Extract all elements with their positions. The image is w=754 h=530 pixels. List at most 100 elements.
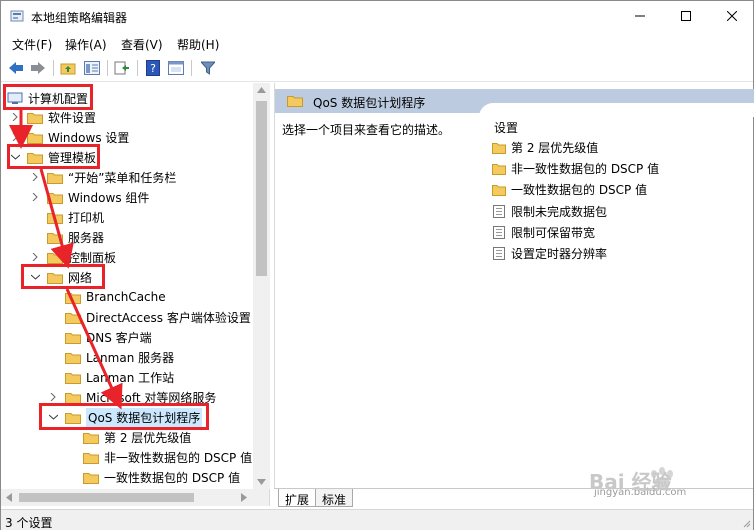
tree-label: DirectAccess 客户端体验设置: [86, 310, 251, 325]
folder-icon: [83, 452, 99, 464]
help-button[interactable]: ?: [144, 59, 162, 77]
back-button[interactable]: [7, 59, 25, 77]
settings-column-header[interactable]: 设置: [494, 119, 518, 136]
folder-icon: [47, 192, 63, 204]
annotation-box-qos: [39, 403, 209, 430]
tree-label: 一致性数据包的 DSCP 值: [104, 470, 241, 485]
tree-node-lanman-server[interactable]: Lanman 服务器: [65, 347, 174, 367]
tree-node-software-settings[interactable]: 软件设置: [9, 107, 96, 127]
tree-label: 控制面板: [68, 250, 117, 265]
gpedit-app-icon: [10, 10, 24, 22]
tab-extended[interactable]: 扩展: [278, 489, 317, 507]
folder-icon: [47, 172, 63, 184]
scroll-thumb[interactable]: [19, 493, 194, 502]
gpedit-window: 本地组策略编辑器 文件(F) 操作(A) 查看(V) 帮助(H) ? 计算机配置…: [0, 0, 754, 530]
status-text: 3 个设置: [5, 516, 53, 530]
tree-node-server[interactable]: 服务器: [47, 227, 104, 247]
tree-label: BranchCache: [86, 290, 166, 304]
forward-button[interactable]: [29, 59, 47, 77]
tab-standard[interactable]: 标准: [315, 489, 354, 507]
menu-bar: 文件(F) 操作(A) 查看(V) 帮助(H): [1, 31, 753, 53]
policy-setting-icon: [493, 246, 505, 260]
tree-node-windows-components[interactable]: Windows 组件: [29, 187, 149, 207]
tree-label: DNS 客户端: [86, 330, 152, 345]
setting-row[interactable]: 非一致性数据包的 DSCP 值: [492, 158, 659, 178]
tree-node-qos-layer2[interactable]: 第 2 层优先级值: [83, 427, 191, 447]
toolbar-separator: [191, 60, 192, 76]
chevron-right-icon[interactable]: [9, 131, 21, 143]
folder-icon: [65, 392, 81, 404]
folder-icon: [492, 142, 506, 154]
menu-file[interactable]: 文件(F): [12, 36, 52, 53]
chevron-right-icon[interactable]: [47, 391, 59, 403]
folder-icon: [27, 132, 43, 144]
annotation-box-admin-templates: [7, 144, 100, 169]
folder-icon: [65, 312, 81, 324]
chevron-right-icon[interactable]: [29, 191, 41, 203]
filter-button[interactable]: [199, 59, 217, 77]
setting-row[interactable]: 一致性数据包的 DSCP 值: [492, 179, 647, 199]
close-icon: [727, 11, 737, 21]
folder-icon: [47, 212, 63, 224]
menu-action[interactable]: 操作(A): [65, 36, 107, 53]
tree-horizontal-scrollbar[interactable]: [1, 489, 270, 506]
policy-setting-icon: [493, 225, 505, 239]
folder-icon: [492, 184, 506, 196]
maximize-button[interactable]: [663, 1, 709, 31]
setting-row[interactable]: 限制未完成数据包: [492, 201, 607, 221]
scroll-down-icon[interactable]: [257, 479, 266, 485]
setting-label: 设置定时器分辨率: [511, 246, 608, 261]
resize-grip-icon[interactable]: [741, 518, 751, 528]
window-title: 本地组策略编辑器: [31, 11, 128, 25]
folder-icon: [65, 372, 81, 384]
tree-node-directaccess[interactable]: DirectAccess 客户端体验设置: [65, 307, 251, 327]
menu-help[interactable]: 帮助(H): [177, 36, 219, 53]
up-folder-icon: [60, 63, 76, 75]
watermark-brand: Bai 经验: [589, 470, 672, 494]
tree-node-printers[interactable]: 打印机: [47, 207, 104, 227]
tree-label: 服务器: [68, 230, 105, 245]
scroll-right-icon[interactable]: [241, 493, 247, 502]
tree-label: 打印机: [68, 210, 105, 225]
title-bar[interactable]: 本地组策略编辑器: [1, 1, 753, 31]
tree-node-qos-nonconform[interactable]: 非一致性数据包的 DSCP 值: [83, 447, 252, 467]
scroll-left-icon[interactable]: [6, 493, 12, 502]
tree-node-start-menu[interactable]: “开始”菜单和任务栏: [29, 167, 176, 187]
toolbar: ?: [1, 54, 753, 82]
properties-icon: [168, 61, 184, 75]
folder-icon: [65, 292, 81, 304]
tree-node-qos-conform[interactable]: 一致性数据包的 DSCP 值: [83, 467, 240, 487]
menu-view[interactable]: 查看(V): [121, 36, 163, 53]
tree-label: 非一致性数据包的 DSCP 值: [104, 450, 253, 465]
tree-label: 第 2 层优先级值: [104, 430, 192, 445]
setting-row[interactable]: 第 2 层优先级值: [492, 137, 598, 157]
tree-label: “开始”菜单和任务栏: [68, 170, 177, 185]
tree-label: Lanman 工作站: [86, 370, 175, 385]
folder-icon: [47, 232, 63, 244]
details-title: QoS 数据包计划程序: [313, 96, 426, 110]
tree-node-lanman-workstation[interactable]: Lanman 工作站: [65, 367, 174, 387]
export-list-button[interactable]: [113, 59, 131, 77]
scroll-up-icon[interactable]: [257, 87, 266, 93]
tree-node-branchcache[interactable]: BranchCache: [65, 287, 166, 307]
setting-label: 限制未完成数据包: [511, 204, 608, 219]
properties-button[interactable]: [167, 59, 185, 77]
up-folder-button[interactable]: [59, 59, 77, 77]
setting-row[interactable]: 限制可保留带宽: [492, 222, 595, 242]
tree-label: Windows 设置: [48, 130, 130, 145]
folder-icon: [27, 112, 43, 124]
chevron-right-icon[interactable]: [9, 111, 21, 123]
minimize-button[interactable]: [617, 1, 663, 31]
setting-label: 非一致性数据包的 DSCP 值: [511, 161, 660, 176]
show-hide-tree-button[interactable]: [83, 59, 101, 77]
chevron-right-icon[interactable]: [29, 171, 41, 183]
setting-label: 一致性数据包的 DSCP 值: [511, 182, 648, 197]
chevron-right-icon[interactable]: [29, 251, 41, 263]
tree-node-dns-client[interactable]: DNS 客户端: [65, 327, 152, 347]
description-text: 选择一个项目来查看它的描述。: [282, 123, 451, 137]
tree-vertical-scrollbar[interactable]: [253, 83, 270, 489]
scroll-thumb[interactable]: [256, 101, 267, 276]
forward-arrow-icon: [31, 62, 45, 74]
setting-row[interactable]: 设置定时器分辨率: [492, 243, 607, 263]
close-button[interactable]: [709, 1, 754, 31]
